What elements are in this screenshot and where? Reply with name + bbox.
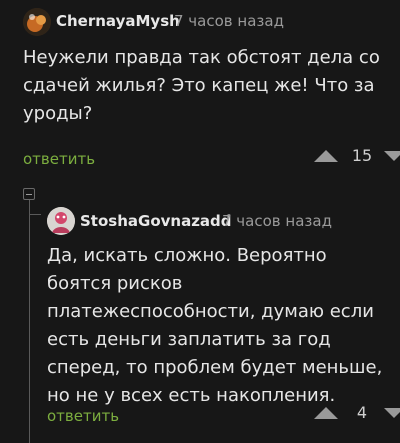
comment: ChernayaMysh 7 часов назад Неужели правд… [0, 0, 400, 180]
rating-controls: 15 [314, 146, 400, 165]
comment-time: 7 часов назад [222, 212, 332, 230]
rating-value: 4 [356, 403, 368, 422]
comment-author[interactable]: StoshaGovnazadd [80, 212, 232, 230]
rating-value: 15 [351, 146, 373, 165]
triangle-up-icon[interactable] [314, 406, 338, 419]
rating-controls: 4 [314, 403, 400, 422]
reply-button[interactable]: ответить [23, 150, 95, 168]
comment-text: Да, искать сложно. Вероятно боятся риско… [47, 245, 383, 406]
user-avatar[interactable] [47, 207, 75, 235]
triangle-down-icon[interactable] [384, 407, 400, 418]
triangle-up-icon[interactable] [314, 149, 338, 162]
comment-time: 7 часов назад [174, 12, 284, 30]
user-avatar[interactable] [23, 8, 51, 36]
reply-button[interactable]: ответить [47, 407, 119, 425]
reply-comment: StoshaGovnazadd 7 часов назад Да, искать… [0, 180, 400, 443]
triangle-down-icon[interactable] [384, 150, 400, 161]
comment-author[interactable]: ChernayaMysh [56, 12, 180, 30]
comment-text: Неужели правда так обстоят дела со сдаче… [23, 47, 380, 124]
